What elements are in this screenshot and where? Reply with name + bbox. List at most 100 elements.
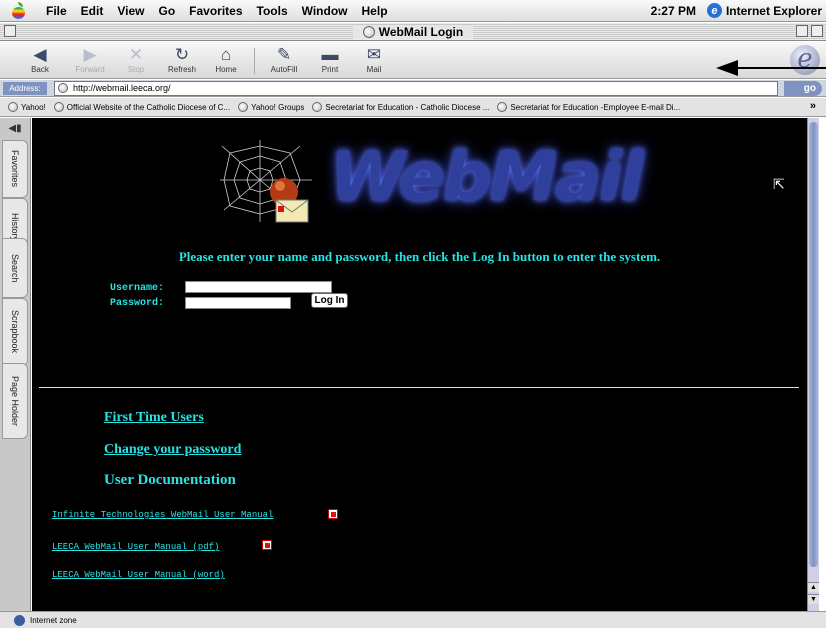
address-url: http://webmail.leeca.org/ bbox=[73, 83, 171, 93]
menu-help[interactable]: Help bbox=[362, 4, 388, 18]
sidebar-tab-label: Page Holder bbox=[10, 375, 20, 427]
window-title-text: WebMail Login bbox=[378, 24, 464, 39]
mail-button[interactable]: ✉ Mail bbox=[354, 45, 394, 74]
password-label: Password: bbox=[110, 298, 165, 309]
site-globe-icon bbox=[58, 83, 68, 93]
forward-label: Forward bbox=[75, 65, 105, 74]
menu-file[interactable]: File bbox=[46, 4, 67, 18]
menu-bar: File Edit View Go Favorites Tools Window… bbox=[0, 0, 826, 22]
autofill-button[interactable]: ✎ AutoFill bbox=[264, 45, 304, 74]
infinite-manual-link[interactable]: Infinite Technologies WebMail User Manua… bbox=[52, 510, 273, 520]
print-label: Print bbox=[321, 65, 339, 74]
login-instructions: Please enter your name and password, the… bbox=[178, 249, 661, 264]
favorite-label: Official Website of the Catholic Diocese… bbox=[66, 102, 231, 112]
back-button[interactable]: ◀ Back bbox=[20, 45, 60, 74]
autofill-label: AutoFill bbox=[270, 65, 298, 74]
home-button[interactable]: ⌂ Home bbox=[206, 45, 246, 74]
menu-view[interactable]: View bbox=[117, 4, 144, 18]
back-arrow-icon: ◀ bbox=[33, 45, 47, 64]
menu-edit[interactable]: Edit bbox=[81, 4, 104, 18]
menu-clock[interactable]: 2:27 PM bbox=[651, 4, 696, 18]
user-documentation-heading: User Documentation bbox=[104, 472, 236, 488]
application-menu[interactable]: e Internet Explorer bbox=[706, 3, 822, 18]
favorites-overflow-icon[interactable]: » bbox=[810, 100, 816, 112]
username-label: Username: bbox=[110, 283, 165, 294]
first-time-users-link[interactable]: First Time Users bbox=[104, 410, 204, 426]
stop-icon: ✕ bbox=[128, 45, 144, 64]
favorite-item[interactable]: Official Website of the Catholic Diocese… bbox=[53, 102, 231, 112]
favorite-item[interactable]: Secretariat for Education - Catholic Dio… bbox=[312, 102, 489, 112]
leeca-manual-word-link[interactable]: LEECA WebMail User Manual (word) bbox=[52, 570, 225, 580]
go-button[interactable]: go bbox=[784, 81, 822, 96]
zoom-box-icon[interactable] bbox=[796, 25, 808, 37]
page-globe-icon bbox=[362, 25, 375, 38]
sidebar-tab-label: History bbox=[10, 212, 20, 241]
collapse-box-icon[interactable] bbox=[811, 25, 823, 37]
refresh-icon: ↻ bbox=[174, 45, 190, 64]
pdf-icon[interactable] bbox=[262, 540, 272, 550]
close-box-icon[interactable] bbox=[4, 25, 16, 37]
favorite-label: Secretariat for Education -Employee E-ma… bbox=[510, 102, 681, 112]
vertical-scrollbar[interactable]: ▲ ▼ bbox=[807, 118, 819, 611]
username-input[interactable] bbox=[185, 281, 332, 293]
sidebar-tab-label: Favorites bbox=[10, 150, 20, 188]
status-bar: Internet zone bbox=[0, 611, 826, 628]
web-page-content: WebMail ⇱ Please enter your name and pas… bbox=[32, 118, 807, 611]
menu-tools[interactable]: Tools bbox=[257, 4, 288, 18]
refresh-button[interactable]: ↻ Refresh bbox=[162, 45, 202, 74]
home-label: Home bbox=[215, 65, 237, 74]
globe-icon bbox=[497, 102, 508, 112]
printer-icon: ▬ bbox=[321, 45, 339, 64]
address-input[interactable]: http://webmail.leeca.org/ bbox=[54, 81, 778, 96]
webmail-logo-text: WebMail bbox=[330, 138, 644, 217]
globe-icon bbox=[312, 102, 323, 112]
sidebar-tab-page-holder[interactable]: Page Holder bbox=[2, 363, 28, 439]
sidebar-tab-favorites[interactable]: Favorites bbox=[2, 140, 28, 198]
change-password-link[interactable]: Change your password bbox=[104, 442, 241, 458]
mouse-cursor-icon: ⇱ bbox=[773, 176, 785, 192]
scroll-up-arrow-icon[interactable]: ▲ bbox=[808, 582, 819, 592]
application-name: Internet Explorer bbox=[725, 3, 822, 18]
log-in-button[interactable]: Log In bbox=[311, 293, 348, 308]
apple-menu-icon[interactable] bbox=[10, 1, 32, 20]
globe-icon bbox=[8, 102, 18, 112]
internet-zone-icon bbox=[14, 615, 25, 626]
menu-favorites[interactable]: Favorites bbox=[189, 4, 242, 18]
sidebar-toggle-icon[interactable]: ◀▮ bbox=[4, 123, 26, 137]
favorite-label: Yahoo! bbox=[21, 102, 46, 112]
forward-button[interactable]: ▶ Forward bbox=[70, 45, 110, 74]
stop-label: Stop bbox=[127, 65, 145, 74]
home-icon: ⌂ bbox=[220, 45, 232, 64]
annotation-arrow-head bbox=[716, 60, 738, 76]
menu-window[interactable]: Window bbox=[302, 4, 348, 18]
mail-icon: ✉ bbox=[366, 45, 382, 64]
sidebar-tab-label: Search bbox=[10, 253, 20, 283]
pdf-icon[interactable] bbox=[328, 509, 338, 519]
forward-arrow-icon: ▶ bbox=[83, 45, 97, 64]
horizontal-rule bbox=[39, 387, 799, 388]
favorite-item[interactable]: Yahoo! bbox=[8, 102, 46, 112]
stop-button[interactable]: ✕ Stop bbox=[116, 45, 156, 74]
print-button[interactable]: ▬ Print bbox=[310, 45, 350, 74]
sidebar-tab-label: Scrapbook bbox=[10, 310, 20, 354]
leeca-manual-pdf-link[interactable]: LEECA WebMail User Manual (pdf) bbox=[52, 542, 219, 552]
back-label: Back bbox=[31, 65, 49, 74]
scroll-down-arrow-icon[interactable]: ▼ bbox=[808, 594, 819, 604]
address-label: Address: bbox=[3, 82, 47, 95]
sidebar-tab-search[interactable]: Search bbox=[2, 238, 28, 298]
favorites-bar: Yahoo! Official Website of the Catholic … bbox=[0, 98, 826, 117]
toolbar-separator bbox=[254, 48, 255, 74]
scrollbar-thumb[interactable] bbox=[809, 122, 818, 567]
window-title-bar[interactable]: WebMail Login bbox=[0, 23, 826, 41]
menu-go[interactable]: Go bbox=[158, 4, 175, 18]
favorite-item[interactable]: Yahoo! Groups bbox=[238, 102, 304, 112]
sidebar-tab-scrapbook[interactable]: Scrapbook bbox=[2, 298, 28, 366]
internet-explorer-logo-icon: e bbox=[790, 45, 820, 75]
mail-label: Mail bbox=[366, 65, 382, 74]
favorite-item[interactable]: Secretariat for Education -Employee E-ma… bbox=[497, 102, 680, 112]
password-input[interactable] bbox=[185, 297, 291, 309]
globe-icon bbox=[238, 102, 249, 112]
spider-web-icon bbox=[220, 140, 312, 223]
internet-explorer-icon: e bbox=[706, 3, 722, 18]
favorite-label: Yahoo! Groups bbox=[251, 102, 305, 112]
